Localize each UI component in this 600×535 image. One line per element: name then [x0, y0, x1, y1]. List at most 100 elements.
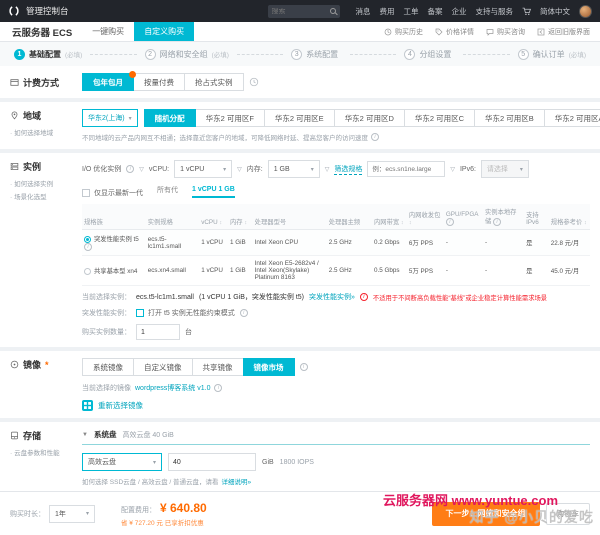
spec-search-input[interactable]: [367, 161, 445, 177]
region-section: 地域 如何选择地域 华东2(上海)▾ 随机分配 华东2 可用区F 华东2 可用区…: [0, 102, 600, 149]
disk-type-select[interactable]: 高效云盘▾: [82, 453, 162, 471]
tab-custom-buy[interactable]: 自定义购买: [134, 22, 194, 41]
zone-random-button[interactable]: 随机分配: [144, 109, 196, 127]
zone-c-button[interactable]: 华东2 可用区C: [404, 109, 475, 127]
image-shared-button[interactable]: 共享镜像: [192, 358, 244, 376]
image-custom-button[interactable]: 自定义镜像: [133, 358, 193, 376]
col-vcpu[interactable]: vCPU ↕: [199, 204, 228, 230]
scenario-select-link[interactable]: 场景化选型: [10, 191, 82, 201]
back-old-version-link[interactable]: 返回旧版界面: [537, 27, 590, 37]
zone-e-button[interactable]: 华东2 可用区E: [264, 109, 335, 127]
price-detail-link[interactable]: 价格详情: [435, 27, 474, 37]
io-optimized-label: I/O 优化实例: [82, 164, 121, 174]
ipv6-filter-label: IPv6:: [460, 166, 476, 173]
latest-generation-checkbox[interactable]: 仅显示最新一代: [82, 188, 143, 198]
zone-b-button[interactable]: 华东2 可用区B: [474, 109, 545, 127]
info-icon: i: [360, 293, 368, 301]
chevron-down-icon: ▾: [520, 166, 523, 173]
col-ipv6: 支持 IPv6: [524, 204, 549, 230]
col-bandwidth[interactable]: 内网带宽 ↕: [372, 204, 407, 230]
col-pps[interactable]: 内网收发包 ↕: [407, 204, 444, 230]
vcpu-select[interactable]: 1 vCPU▾: [174, 160, 232, 178]
avatar[interactable]: [579, 5, 592, 18]
menu-messages[interactable]: 消息: [356, 6, 371, 17]
disk-performance-link[interactable]: 云盘参数和性能: [10, 447, 82, 457]
col-local-storage: 实例本地存储 i: [483, 204, 524, 230]
table-row-xn4[interactable]: 共享基本型 xn4 ecs.xn4.small 1 vCPU 1 GiB Int…: [82, 256, 590, 286]
cart-button[interactable]: 购物车: [546, 503, 591, 525]
menu-enterprise[interactable]: 企业: [452, 6, 467, 17]
radio-selected-icon[interactable]: [84, 236, 91, 243]
aliyun-logo-icon[interactable]: [8, 5, 20, 17]
system-disk-config-row: 高效云盘▾ GiB 1800 IOPS: [82, 453, 590, 471]
purchase-consult-link[interactable]: 购买咨询: [486, 27, 525, 37]
instance-section: 实例 如何选择实例 场景化选型 I/O 优化实例 i ▽ vCPU: 1 vCP…: [0, 153, 600, 347]
cart-icon[interactable]: [522, 7, 531, 16]
quantity-input[interactable]: [136, 324, 180, 340]
instance-label: 实例: [10, 160, 82, 173]
memory-select[interactable]: 1 GB▾: [268, 160, 320, 178]
step-basic-config[interactable]: 1基础配置(必填): [14, 49, 82, 60]
duration-select[interactable]: 1年▾: [49, 505, 95, 523]
col-price[interactable]: 规格参考价 ↕: [549, 204, 590, 230]
reselect-image-link[interactable]: 重新选择镜像: [98, 400, 143, 411]
billing-postpaid-button[interactable]: 按量付费: [133, 73, 185, 91]
language-switcher[interactable]: 简体中文: [540, 6, 570, 17]
fee-summary: 配置费用： ¥ 640.80 省 ¥ 727.20 元 已享折扣优惠: [121, 501, 207, 527]
chevron-down-icon: ▾: [86, 510, 89, 517]
step-connector: [90, 54, 136, 55]
menu-tickets[interactable]: 工单: [404, 6, 419, 17]
radio-icon[interactable]: [84, 268, 91, 275]
system-disk-header[interactable]: ▼ 系统盘 高效云盘 40 GiB: [82, 429, 590, 440]
sort-icon: ↕: [584, 220, 587, 226]
billing-prepaid-button[interactable]: 包年包月: [82, 73, 134, 91]
zone-d-button[interactable]: 华东2 可用区D: [334, 109, 405, 127]
table-row-t5[interactable]: 突发性能实例 t5 i ecs.t5-lc1m1.small 1 vCPU 1 …: [82, 230, 590, 256]
zone-f-button[interactable]: 华东2 可用区F: [195, 109, 265, 127]
image-marketplace-button[interactable]: 镜像市场: [243, 358, 295, 376]
zone-a-button[interactable]: 华东2 可用区A: [544, 109, 600, 127]
menu-support[interactable]: 支持与服务: [476, 6, 514, 17]
disk-detail-link[interactable]: 详细说明»: [222, 476, 252, 486]
marketplace-grid-icon[interactable]: [82, 400, 93, 411]
col-memory[interactable]: 内存 ↕: [228, 204, 253, 230]
divider: [82, 444, 590, 445]
step-grouping[interactable]: 4分组设置: [404, 49, 455, 60]
instance-help-link[interactable]: 如何选择实例: [10, 178, 82, 188]
region-select[interactable]: 华东2(上海)▾: [82, 109, 138, 127]
global-search[interactable]: [268, 5, 340, 18]
billing-section: 计费方式 包年包月 按量付费 抢占式实例: [0, 66, 600, 98]
menu-billing[interactable]: 费用: [380, 6, 395, 17]
sort-icon: ↕: [401, 220, 404, 226]
disk-size-unit: GiB: [262, 459, 274, 466]
menu-icp[interactable]: 备案: [428, 6, 443, 17]
history-icon: [384, 28, 392, 36]
topbar-menu: 消息 费用 工单 备案 企业 支持与服务 简体中文: [356, 5, 593, 18]
tab-quick-buy[interactable]: 一键购买: [82, 22, 134, 41]
search-input[interactable]: [272, 8, 327, 15]
search-icon[interactable]: [330, 8, 336, 14]
disk-size-input[interactable]: [168, 453, 256, 471]
disk-icon: [10, 431, 19, 440]
region-help-link[interactable]: 如何选择地域: [10, 127, 82, 137]
info-icon: i: [493, 218, 501, 226]
step-system-config[interactable]: 3系统配置: [291, 49, 342, 60]
tab-all-generations[interactable]: 所有代: [157, 185, 178, 198]
billing-spot-button[interactable]: 抢占式实例: [184, 73, 244, 91]
filter-icon: ▽: [139, 166, 144, 173]
next-step-button[interactable]: 下一步：网络和安全组: [432, 502, 540, 526]
console-title[interactable]: 管理控制台: [26, 5, 69, 17]
wizard-steps: 1基础配置(必填) 2网络和安全组(必填) 3系统配置 4分组设置 5确认订单(…: [0, 42, 600, 66]
burst-doc-link[interactable]: 突发性能实例»: [309, 292, 355, 302]
checkbox-icon: [136, 309, 144, 317]
burst-unlimited-checkbox[interactable]: 打开 t5 实例无性能约束模式: [136, 308, 235, 318]
vcpu-filter-label: vCPU:: [149, 166, 169, 173]
spec-filter-link[interactable]: 筛选规格: [334, 164, 362, 175]
image-system-button[interactable]: 系统镜像: [82, 358, 134, 376]
step-confirm-order[interactable]: 5确认订单(必填): [518, 49, 586, 60]
tab-current-filter[interactable]: 1 vCPU 1 GB: [192, 186, 235, 198]
step-network-security[interactable]: 2网络和安全组(必填): [145, 49, 229, 60]
ipv6-select[interactable]: 请选择▾: [481, 160, 529, 178]
purchase-history-link[interactable]: 购买历史: [384, 27, 423, 37]
billing-icon: [10, 78, 19, 87]
